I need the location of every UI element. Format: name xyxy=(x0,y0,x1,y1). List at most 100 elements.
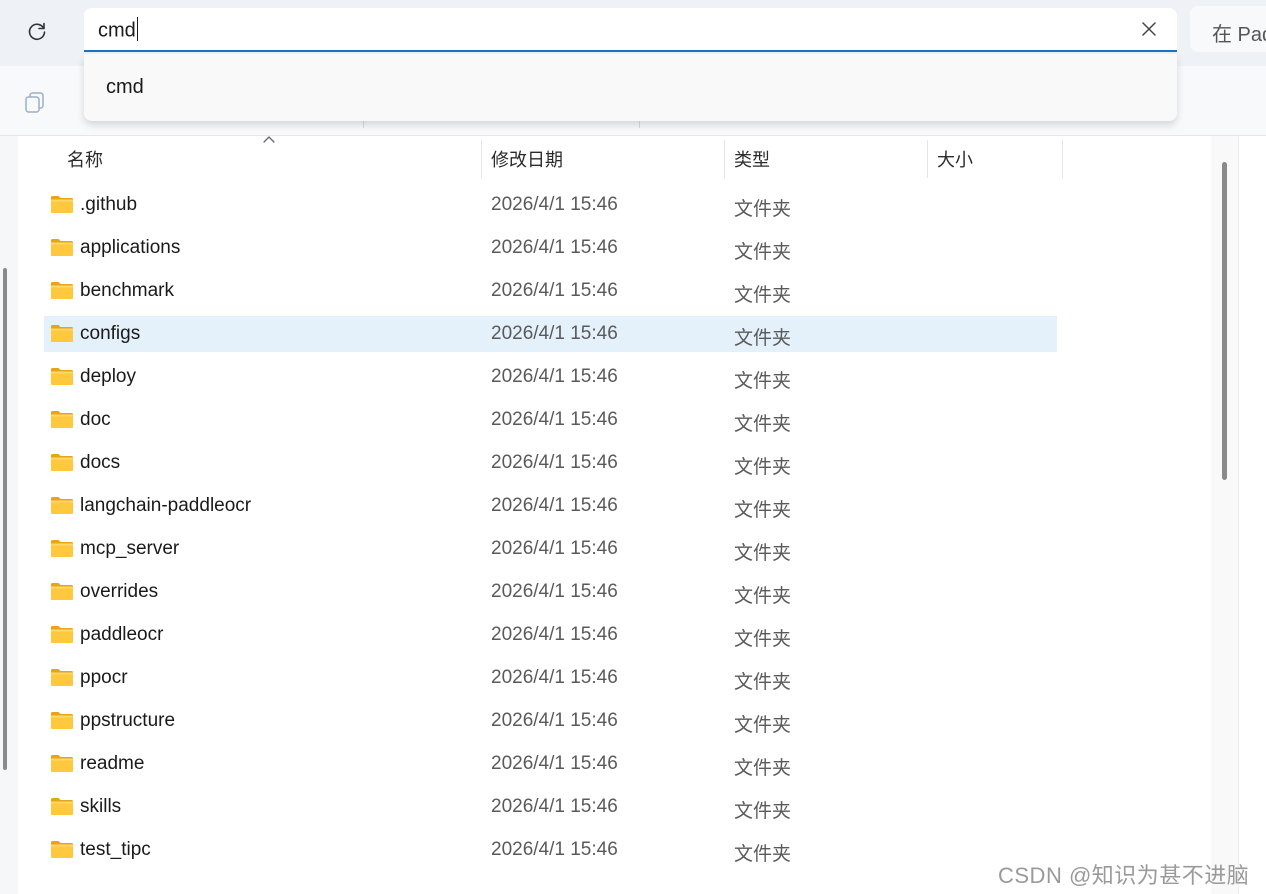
file-modified-date: 2026/4/1 15:46 xyxy=(491,624,618,645)
file-row[interactable]: benchmark 2026/4/1 15:46 文件夹 xyxy=(44,273,1057,309)
file-modified-date: 2026/4/1 15:46 xyxy=(491,667,618,688)
file-type: 文件夹 xyxy=(734,328,792,349)
file-name: docs xyxy=(80,452,121,473)
folder-icon xyxy=(51,841,73,858)
copy-icon xyxy=(25,92,44,113)
file-name: ppocr xyxy=(80,667,128,688)
file-type: 文件夹 xyxy=(734,371,792,392)
copy-button[interactable] xyxy=(22,88,50,116)
file-type: 文件夹 xyxy=(734,457,792,478)
file-row[interactable]: readme 2026/4/1 15:46 文件夹 xyxy=(44,746,1057,782)
column-separator[interactable] xyxy=(1062,140,1063,178)
file-name: applications xyxy=(80,237,181,258)
suggestion-item[interactable]: cmd xyxy=(106,76,144,99)
close-icon xyxy=(1142,22,1156,36)
file-modified-date: 2026/4/1 15:46 xyxy=(491,753,618,774)
file-modified-date: 2026/4/1 15:46 xyxy=(491,323,618,344)
file-modified-date: 2026/4/1 15:46 xyxy=(491,581,618,602)
navigation-scrollbar[interactable] xyxy=(3,268,7,770)
file-name: mcp_server xyxy=(80,538,180,559)
file-row[interactable]: langchain-paddleocr 2026/4/1 15:46 文件夹 xyxy=(44,488,1057,524)
file-row[interactable]: ppstructure 2026/4/1 15:46 文件夹 xyxy=(44,703,1057,739)
file-row[interactable]: doc 2026/4/1 15:46 文件夹 xyxy=(44,402,1057,438)
search-input[interactable]: 在 Pad xyxy=(1190,6,1266,52)
file-row[interactable]: test_tipc 2026/4/1 15:46 文件夹 xyxy=(44,832,1057,868)
column-header-name[interactable]: 名称 xyxy=(58,140,482,178)
file-modified-date: 2026/4/1 15:46 xyxy=(491,839,618,860)
file-row[interactable]: docs 2026/4/1 15:46 文件夹 xyxy=(44,445,1057,481)
file-type: 文件夹 xyxy=(734,285,792,306)
file-row[interactable]: skills 2026/4/1 15:46 文件夹 xyxy=(44,789,1057,825)
file-name: skills xyxy=(80,796,122,817)
file-modified-date: 2026/4/1 15:46 xyxy=(491,710,618,731)
folder-icon xyxy=(51,669,73,686)
folder-icon xyxy=(51,282,73,299)
folder-icon xyxy=(51,411,73,428)
file-modified-date: 2026/4/1 15:46 xyxy=(491,495,618,516)
file-row[interactable]: overrides 2026/4/1 15:46 文件夹 xyxy=(44,574,1057,610)
file-row[interactable]: deploy 2026/4/1 15:46 文件夹 xyxy=(44,359,1057,395)
file-modified-date: 2026/4/1 15:46 xyxy=(491,280,618,301)
file-list-scrollbar-thumb[interactable] xyxy=(1222,162,1227,480)
folder-icon xyxy=(51,454,73,471)
file-name: doc xyxy=(80,409,111,430)
text-caret xyxy=(136,17,139,41)
file-row[interactable]: paddleocr 2026/4/1 15:46 文件夹 xyxy=(44,617,1057,653)
file-type: 文件夹 xyxy=(734,242,792,263)
file-type: 文件夹 xyxy=(734,629,792,650)
file-name: test_tipc xyxy=(80,839,151,860)
folder-icon xyxy=(51,712,73,729)
search-placeholder: 在 Pad xyxy=(1212,24,1266,46)
file-name: benchmark xyxy=(80,280,174,301)
address-input-text: cmd xyxy=(98,17,139,43)
file-row[interactable]: applications 2026/4/1 15:46 文件夹 xyxy=(44,230,1057,266)
folder-icon xyxy=(51,626,73,643)
file-modified-date: 2026/4/1 15:46 xyxy=(491,409,618,430)
folder-icon xyxy=(51,755,73,772)
file-type: 文件夹 xyxy=(734,844,792,865)
folder-icon xyxy=(51,540,73,557)
address-input[interactable]: cmd xyxy=(84,8,1177,52)
file-name: configs xyxy=(80,323,141,344)
watermark: CSDN @知识为甚不进脑 xyxy=(998,863,1250,888)
column-header-size[interactable]: 大小 xyxy=(928,140,1062,178)
file-type: 文件夹 xyxy=(734,715,792,736)
folder-icon xyxy=(51,239,73,256)
file-type: 文件夹 xyxy=(734,199,792,220)
file-modified-date: 2026/4/1 15:46 xyxy=(491,194,618,215)
file-modified-date: 2026/4/1 15:46 xyxy=(491,538,618,559)
file-name: langchain-paddleocr xyxy=(80,495,252,516)
file-row[interactable]: .github 2026/4/1 15:46 文件夹 xyxy=(44,187,1057,223)
folder-icon xyxy=(51,325,73,342)
refresh-icon xyxy=(28,22,46,41)
file-name: paddleocr xyxy=(80,624,164,645)
file-modified-date: 2026/4/1 15:46 xyxy=(491,366,618,387)
file-type: 文件夹 xyxy=(734,586,792,607)
folder-icon xyxy=(51,798,73,815)
file-modified-date: 2026/4/1 15:46 xyxy=(491,452,618,473)
folder-icon xyxy=(51,583,73,600)
folder-icon xyxy=(51,497,73,514)
file-type: 文件夹 xyxy=(734,672,792,693)
file-name: .github xyxy=(80,194,138,215)
folder-icon xyxy=(51,368,73,385)
file-type: 文件夹 xyxy=(734,801,792,822)
file-name: readme xyxy=(80,753,145,774)
clear-address-button[interactable] xyxy=(1139,19,1159,39)
column-header-date[interactable]: 修改日期 xyxy=(482,140,724,178)
file-name: ppstructure xyxy=(80,710,176,731)
file-row[interactable]: mcp_server 2026/4/1 15:46 文件夹 xyxy=(44,531,1057,567)
address-suggestions-dropdown: cmd xyxy=(84,54,1177,121)
file-type: 文件夹 xyxy=(734,758,792,779)
file-row[interactable]: configs 2026/4/1 15:46 文件夹 xyxy=(44,316,1057,352)
file-name: overrides xyxy=(80,581,159,602)
folder-icon xyxy=(51,196,73,213)
file-name: deploy xyxy=(80,366,136,387)
file-type: 文件夹 xyxy=(734,500,792,521)
file-type: 文件夹 xyxy=(734,543,792,564)
file-type: 文件夹 xyxy=(734,414,792,435)
file-row[interactable]: ppocr 2026/4/1 15:46 文件夹 xyxy=(44,660,1057,696)
refresh-button[interactable] xyxy=(18,14,56,48)
column-header-type[interactable]: 类型 xyxy=(725,140,927,178)
details-pane-edge xyxy=(1238,136,1266,894)
